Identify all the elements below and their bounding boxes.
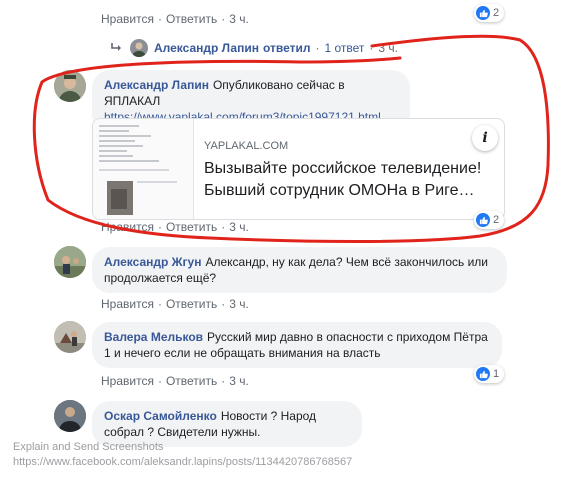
- reaction-number: 1: [493, 368, 500, 380]
- avatar[interactable]: [54, 321, 86, 353]
- reply-link[interactable]: Ответить: [166, 297, 217, 311]
- like-link[interactable]: Нравится: [101, 374, 154, 388]
- like-link[interactable]: Нравится: [101, 297, 154, 311]
- comment-bubble: Александр Жгун Александр, ну как дела? Че…: [92, 247, 507, 293]
- like-icon: [476, 367, 490, 381]
- comment-actions: Нравится · Ответить · 3 ч.: [101, 297, 249, 311]
- timestamp: 3 ч.: [229, 297, 249, 311]
- comment-actions: Нравится · Ответить · 3 ч.: [101, 374, 249, 388]
- comment-author[interactable]: Александр Жгун: [104, 255, 201, 269]
- comment-author[interactable]: Валера Мельков: [104, 330, 203, 344]
- avatar[interactable]: [54, 246, 86, 278]
- comment-author[interactable]: Оскар Самойленко: [104, 409, 217, 423]
- avatar[interactable]: [54, 400, 86, 432]
- timestamp: 3 ч.: [229, 374, 249, 388]
- reply-link[interactable]: Ответить: [166, 374, 217, 388]
- reaction-count[interactable]: 1: [474, 365, 505, 383]
- watermark-title: Explain and Send Screenshots: [13, 441, 164, 453]
- watermark-url: https://www.facebook.com/aleksandr.lapin…: [13, 456, 353, 468]
- comment-bubble: Валера Мельков Русский мир давно в опасно…: [92, 322, 502, 368]
